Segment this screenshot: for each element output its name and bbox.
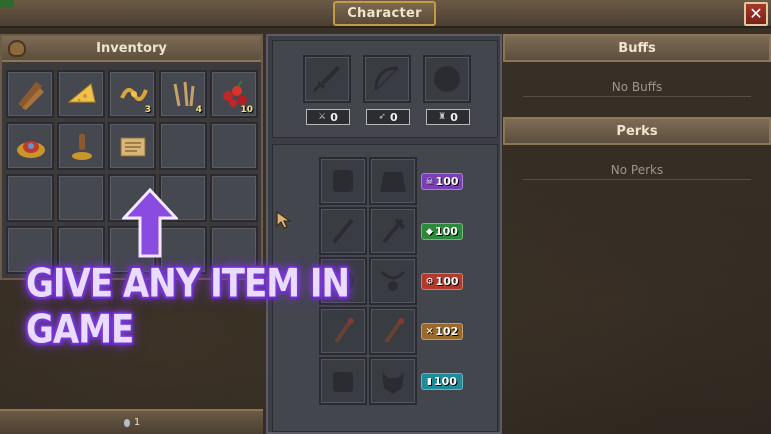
tool-icon: ✕ (425, 326, 434, 337)
blade-icon (332, 218, 354, 244)
inventory-slot[interactable]: 4 (159, 70, 207, 118)
inventory-slot[interactable] (210, 174, 258, 222)
offhand-slot[interactable] (369, 207, 417, 255)
resource-tool: ✕ 102 (421, 323, 463, 340)
inventory-footer: 1 (0, 409, 263, 434)
inventory-slot[interactable]: 3 (108, 70, 156, 118)
resource-book: ▮ 100 (421, 373, 463, 390)
inventory-slot[interactable] (108, 122, 156, 170)
inventory-slot[interactable] (57, 122, 105, 170)
bow-slot[interactable] (363, 55, 411, 103)
item-quantity: 4 (195, 105, 202, 115)
cheese-icon (67, 83, 96, 103)
helmet-icon (333, 170, 353, 192)
perks-empty-text: No Perks (610, 163, 664, 177)
resource-gear: ⚙ 100 (421, 273, 463, 290)
weapon-slots-section: ⚔ 0 ➶ 0 ♜ 0 (272, 40, 498, 138)
ranged-stat-icon: ➶ (378, 112, 386, 122)
resource-tool-value: 102 (435, 325, 459, 338)
buffs-empty-text: No Buffs (611, 80, 663, 94)
inventory-slot[interactable] (6, 70, 54, 118)
perks-divider (523, 179, 751, 180)
resource-skull-value: 100 (435, 175, 459, 188)
scroll-paper-icon (120, 137, 146, 157)
resource-food: ◆ 100 (421, 223, 463, 240)
status-indicator (0, 0, 14, 8)
window-title: Character (333, 1, 436, 26)
perks-panel: Perks No Perks (503, 117, 771, 197)
perks-header: Perks (503, 117, 771, 145)
inventory-slot[interactable] (159, 122, 207, 170)
defense-stat: ♜ 0 (426, 109, 470, 125)
ranged-stat-value: 0 (389, 110, 398, 124)
tool-slot-icon (382, 218, 406, 244)
cursor-icon (276, 210, 292, 229)
head-slot[interactable] (319, 157, 367, 205)
meat-dish-icon (17, 141, 45, 158)
bag-icon (8, 40, 26, 57)
equipment-panel: ⚔ 0 ➶ 0 ♜ 0 ☠ 100 ◆ 100 ⚙ 100 ✕ 102 ▮ 10… (266, 34, 502, 434)
skull-icon: ☠ (425, 176, 434, 187)
armor-slot[interactable] (423, 55, 471, 103)
book-icon: ▮ (427, 376, 432, 387)
inventory-slot[interactable]: 10 (210, 70, 258, 118)
inventory-slot[interactable] (6, 174, 54, 222)
promo-banner-text: GIVE ANY ITEM IN GAME (26, 261, 350, 353)
resource-gear-value: 100 (435, 275, 459, 288)
melee-stat-icon: ⚔ (318, 112, 327, 122)
pet-icon (382, 372, 404, 394)
food-icon: ◆ (426, 226, 433, 237)
defense-stat-icon: ♜ (438, 112, 447, 122)
buffs-divider (523, 96, 751, 97)
gear-icon: ⚙ (425, 276, 434, 287)
melee-stat: ⚔ 0 (306, 109, 350, 125)
ranged-stat: ➶ 0 (366, 109, 410, 125)
resource-food-value: 100 (434, 225, 458, 238)
item-quantity: 10 (240, 105, 253, 115)
sword-slot[interactable] (303, 55, 351, 103)
defense-stat-value: 0 (450, 110, 458, 124)
mainhand-slot[interactable] (319, 207, 367, 255)
sword-icon (312, 66, 340, 93)
chest-slot[interactable] (369, 157, 417, 205)
bag-slot[interactable] (319, 357, 367, 405)
bow-icon (374, 66, 399, 91)
inventory-slot[interactable] (57, 174, 105, 222)
resource-skull: ☠ 100 (421, 173, 463, 190)
backpack-icon (333, 372, 353, 392)
chest-armor-icon (380, 172, 406, 192)
resource-book-value: 100 (433, 375, 457, 388)
inventory-slot[interactable] (57, 70, 105, 118)
pet-slot[interactable] (369, 357, 417, 405)
inventory-header: Inventory (2, 36, 261, 62)
armor-icon (434, 66, 460, 92)
item-quantity: 3 (144, 105, 151, 115)
wood-planks-icon (18, 82, 44, 110)
seal-stamp-icon (72, 134, 92, 160)
currency-value: 1 (133, 417, 141, 428)
inventory-title: Inventory (96, 40, 167, 56)
buffs-panel: Buffs No Buffs (503, 34, 771, 114)
up-arrow-icon (122, 188, 178, 258)
inventory-slot[interactable] (210, 122, 258, 170)
coin-icon (122, 417, 131, 428)
inventory-slot[interactable] (6, 122, 54, 170)
close-button[interactable]: ✕ (744, 2, 768, 26)
melee-stat-value: 0 (330, 110, 338, 124)
buffs-header: Buffs (503, 34, 771, 62)
